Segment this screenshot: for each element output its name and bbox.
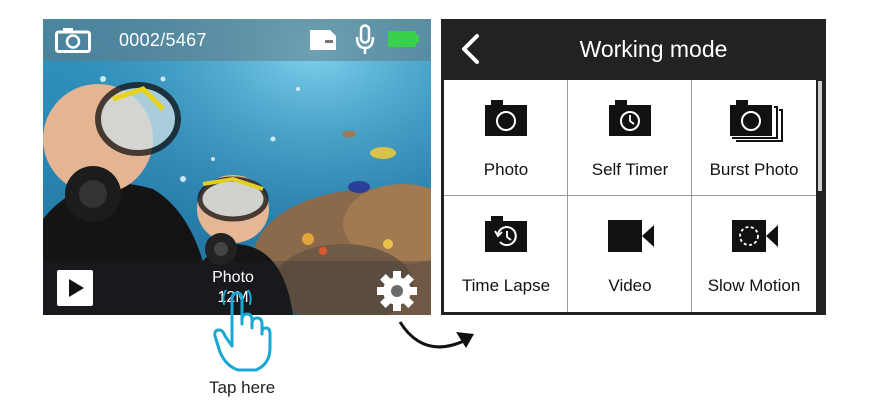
tap-hand-icon (213, 290, 272, 372)
camera-icon (55, 28, 91, 53)
mode-item-time-lapse[interactable]: Time Lapse (444, 196, 568, 312)
mode-item-photo[interactable]: Photo (444, 80, 568, 196)
camera-icon (485, 100, 527, 136)
microphone-icon (355, 24, 375, 54)
sd-card-icon (310, 30, 336, 50)
mode-label: Burst Photo (709, 160, 799, 179)
working-mode-screen: Working mode Photo Self Timer Burst Phot… (441, 19, 826, 315)
mode-label: Slow Motion (707, 276, 801, 295)
time-lapse-icon (485, 216, 527, 252)
self-timer-icon (609, 100, 651, 136)
mode-label: Video (608, 276, 652, 295)
battery-icon (388, 31, 419, 47)
photo-counter: 0002/5467 (119, 30, 207, 50)
mode-label: Photo (483, 160, 529, 179)
camera-screen: 0002/5467 Photo 12M (43, 19, 431, 315)
mode-item-self-timer[interactable]: Self Timer (568, 80, 692, 196)
page-title: Working mode (579, 36, 728, 62)
mode-label: Self Timer (591, 160, 669, 179)
mode-grid: Photo Self Timer Burst Photo Time Lapse … (444, 80, 816, 312)
tap-here-label: Tap here (209, 378, 276, 397)
back-icon[interactable] (459, 33, 481, 65)
menu-header: Working mode (441, 19, 826, 79)
mode-label: Time Lapse (461, 276, 551, 295)
scrollbar[interactable] (818, 81, 822, 191)
curved-arrow-icon (398, 321, 474, 349)
burst-photo-icon (730, 100, 783, 142)
mode-name: Photo (212, 269, 254, 286)
mode-item-burst-photo[interactable]: Burst Photo (692, 80, 816, 196)
video-icon (608, 220, 654, 252)
slow-motion-icon (732, 220, 778, 252)
mode-item-slow-motion[interactable]: Slow Motion (692, 196, 816, 312)
mode-item-video[interactable]: Video (568, 196, 692, 312)
gear-icon[interactable] (375, 269, 419, 313)
playback-button[interactable] (57, 270, 93, 306)
